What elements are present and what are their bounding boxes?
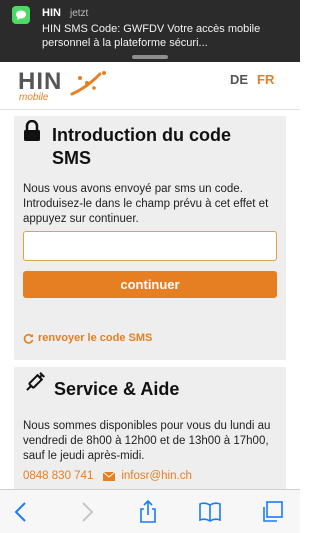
notification-app-name: HIN xyxy=(42,7,61,19)
help-section-title: Service & Aide xyxy=(54,379,180,399)
language-de-link[interactable]: DE xyxy=(230,72,248,87)
service-help-panel: Service & Aide Nous sommes disponibles p… xyxy=(14,367,286,492)
help-hours-text: Nous sommes disponibles pour vous du lun… xyxy=(23,420,271,462)
logo-mark-icon xyxy=(70,71,106,96)
logo-subtext: mobile xyxy=(19,92,49,103)
phone-link[interactable]: 0848 830 741 xyxy=(23,470,93,482)
sms-instructions: Nous vous avons envoyé par sms un code. … xyxy=(23,183,269,225)
sms-code-input[interactable] xyxy=(23,231,277,261)
notification-time: jetzt xyxy=(70,8,89,19)
browser-toolbar xyxy=(0,489,300,533)
resend-label: renvoyer le code SMS xyxy=(38,332,153,344)
tabs-icon[interactable] xyxy=(260,500,284,524)
continue-button[interactable]: continuer xyxy=(23,271,277,298)
sms-section-title: Introduction du code SMS xyxy=(52,125,231,168)
hin-logo[interactable]: HIN mobile xyxy=(18,68,128,106)
site-header: HIN mobile xyxy=(0,62,300,110)
mail-icon xyxy=(103,471,116,481)
resend-sms-link[interactable]: renvoyer le code SMS xyxy=(23,332,152,344)
language-fr-link[interactable]: FR xyxy=(257,72,274,87)
share-icon[interactable] xyxy=(136,500,160,524)
help-contact-row: 0848 830 741 infosr@hin.ch xyxy=(23,470,192,482)
back-icon[interactable] xyxy=(10,500,34,524)
refresh-icon xyxy=(23,333,34,344)
sms-code-panel: Introduction du code SMS Nous vous avons… xyxy=(14,116,286,360)
notification-message: HIN SMS Code: GWFDV Votre accès mobile p… xyxy=(42,23,261,49)
syringe-icon xyxy=(26,372,45,391)
bookmarks-icon[interactable] xyxy=(198,500,222,524)
email-link[interactable]: infosr@hin.ch xyxy=(121,470,191,482)
lock-icon xyxy=(24,120,40,141)
forward-icon[interactable] xyxy=(74,500,98,524)
notification-drag-handle[interactable] xyxy=(132,55,168,59)
messages-app-icon xyxy=(12,6,30,24)
sms-notification-banner[interactable]: HIN jetzt HIN SMS Code: GWFDV Votre accè… xyxy=(0,0,300,62)
